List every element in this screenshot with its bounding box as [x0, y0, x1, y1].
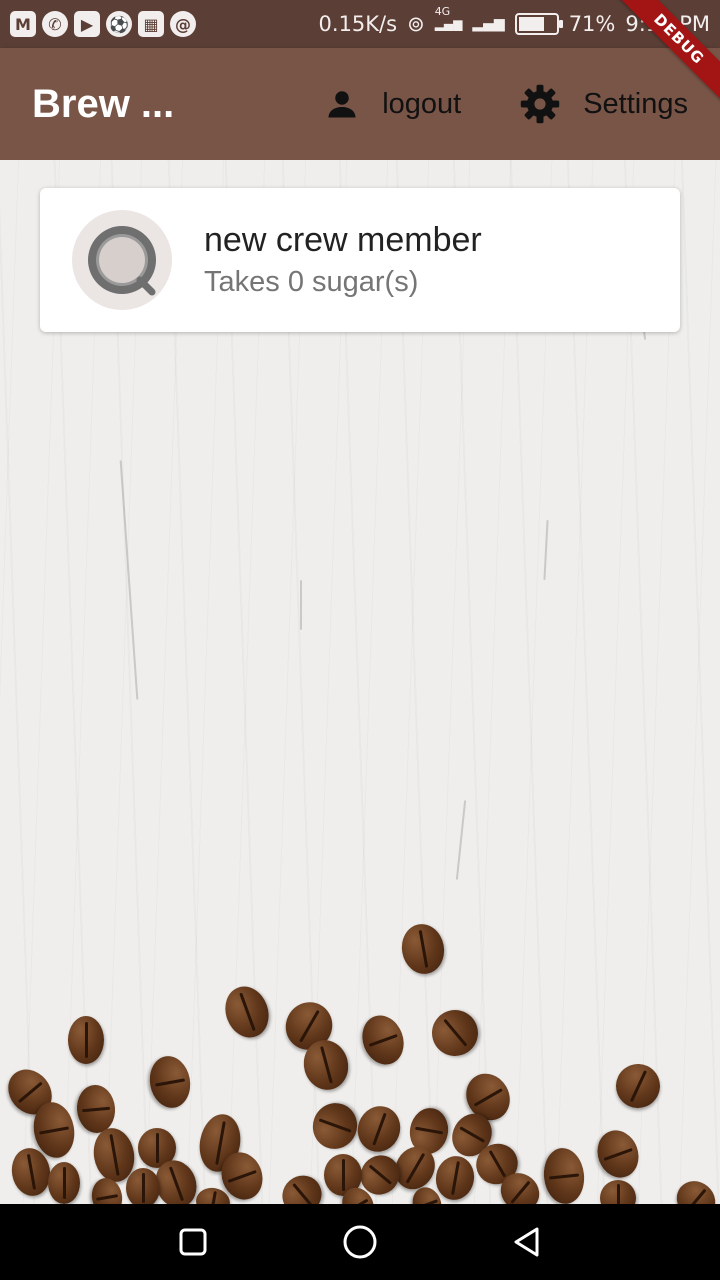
coffee-bean	[432, 1153, 478, 1203]
coffee-bean	[218, 980, 276, 1044]
settings-label: Settings	[583, 87, 688, 120]
soccer-icon: ⚽	[106, 11, 132, 37]
coffee-bean	[48, 1162, 80, 1204]
coffee-bean	[355, 1009, 411, 1071]
status-bar: M ✆ ▶ ⚽ ▦ @ 0.15K/s ⊚ 4G▂▄▆ ▂▄▆ 71% 9:10…	[0, 0, 720, 48]
hotspot-icon: ⊚	[407, 12, 425, 36]
circle-icon	[343, 1225, 377, 1259]
calendar-icon: ▦	[138, 11, 164, 37]
list-item-text: new crew member Takes 0 sugar(s)	[204, 221, 482, 299]
coffee-bean	[351, 1100, 407, 1158]
whatsapp-icon: ✆	[42, 11, 68, 37]
coffee-bean	[608, 1056, 668, 1116]
recents-button[interactable]	[173, 1222, 213, 1262]
notification-icons: M ✆ ▶ ⚽ ▦ @	[10, 11, 196, 37]
wood-crack	[543, 519, 549, 581]
battery-fill	[518, 17, 545, 31]
person-icon	[328, 91, 356, 118]
network-type: 4G	[434, 5, 451, 18]
avatar	[72, 210, 172, 310]
coffee-bean	[541, 1146, 587, 1204]
sync-icon: @	[170, 11, 196, 37]
back-triangle-icon	[514, 1227, 539, 1257]
list-item[interactable]: new crew member Takes 0 sugar(s)	[40, 188, 680, 332]
wood-crack	[455, 800, 467, 880]
coffee-bean	[600, 1180, 636, 1204]
battery-icon	[514, 13, 563, 35]
signal-icon-2: ▂▄▆	[472, 16, 505, 32]
wood-crack	[119, 460, 139, 700]
coffee-bean	[306, 1096, 364, 1156]
signal-icon: 4G ▂▄▆	[434, 5, 463, 31]
coffee-bean	[590, 1124, 646, 1184]
logout-label: logout	[382, 87, 462, 120]
coffee-bean	[397, 920, 449, 978]
square-icon	[179, 1228, 207, 1256]
app-bar-actions: logout Settings	[324, 83, 688, 125]
app-bar: Brew ... logout Settings	[0, 48, 720, 160]
coffee-cup-icon	[88, 226, 156, 296]
gmail-icon: M	[10, 11, 36, 37]
youtube-icon: ▶	[74, 11, 100, 37]
coffee-bean	[68, 1016, 104, 1064]
list-item-subtitle: Takes 0 sugar(s)	[204, 266, 419, 298]
coffee-bean	[126, 1168, 160, 1204]
wood-crack	[300, 580, 302, 630]
coffee-bean	[422, 1000, 488, 1066]
list-item-title: new crew member	[204, 221, 482, 259]
system-nav-bar	[0, 1204, 720, 1280]
settings-button[interactable]: Settings	[519, 83, 688, 125]
app-title: Brew ...	[32, 81, 175, 126]
home-button[interactable]	[340, 1222, 380, 1262]
gear-icon	[520, 84, 560, 124]
coffee-bean	[145, 1052, 195, 1112]
coffee-bean	[74, 1083, 118, 1135]
brew-list[interactable]: new crew member Takes 0 sugar(s)	[0, 160, 720, 1204]
back-button[interactable]	[507, 1222, 547, 1262]
coffee-bean	[274, 1167, 330, 1204]
battery-percent: 71%	[568, 12, 616, 36]
logout-button[interactable]: logout	[324, 86, 461, 122]
net-speed: 0.15K/s	[318, 12, 398, 36]
coffee-bean	[669, 1173, 720, 1204]
